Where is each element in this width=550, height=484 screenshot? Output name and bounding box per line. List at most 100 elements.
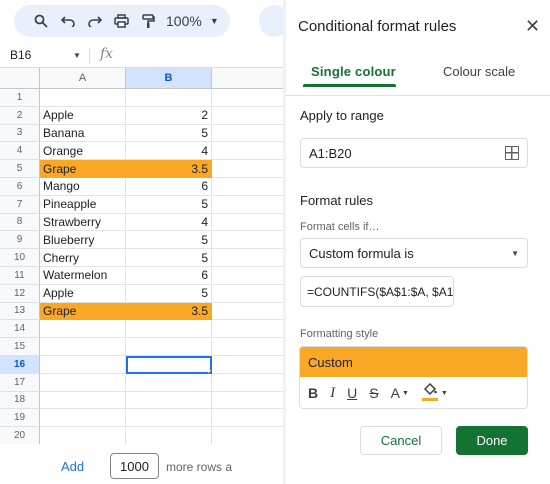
search-icon[interactable] [27, 9, 54, 33]
cell-a[interactable] [40, 391, 126, 410]
column-header-a[interactable]: A [40, 68, 126, 89]
redo-icon[interactable] [81, 9, 108, 33]
row-header[interactable]: 11 [0, 266, 40, 285]
strikethrough-button[interactable]: S [369, 385, 378, 401]
cell-a[interactable] [40, 373, 126, 392]
cell-a[interactable]: Strawberry [40, 213, 126, 232]
row-header[interactable]: 7 [0, 195, 40, 214]
tab-colour-scale[interactable]: Colour scale [443, 64, 515, 79]
cell-b[interactable]: 4 [126, 142, 212, 161]
cell-b[interactable] [126, 373, 212, 392]
active-cell[interactable] [126, 355, 212, 374]
cell-c[interactable] [212, 303, 283, 321]
cell-a[interactable]: Grape [40, 160, 126, 178]
row-header[interactable]: 9 [0, 231, 40, 250]
cell-a[interactable] [40, 427, 126, 445]
cell-b[interactable] [126, 320, 212, 339]
cell-a[interactable]: Apple [40, 106, 126, 125]
cell-b[interactable]: 5 [126, 284, 212, 303]
cell-c[interactable] [212, 409, 283, 428]
row-header[interactable]: 4 [0, 142, 40, 161]
cell-a[interactable] [40, 355, 126, 374]
cell-b[interactable]: 5 [126, 231, 212, 250]
cell-a[interactable] [40, 409, 126, 428]
text-color-button[interactable]: A ▼ [391, 385, 409, 401]
cell-c[interactable] [212, 125, 283, 143]
cell-a[interactable] [40, 320, 126, 339]
row-header[interactable]: 13 [0, 302, 40, 321]
tab-single-colour[interactable]: Single colour [311, 64, 396, 79]
add-rows-button[interactable]: Add [61, 459, 84, 474]
cell-b[interactable]: 5 [126, 249, 212, 267]
cell-c[interactable] [212, 285, 283, 303]
row-header[interactable]: 18 [0, 391, 40, 410]
row-header[interactable]: 5 [0, 160, 40, 178]
cell-c[interactable] [212, 107, 283, 125]
row-header[interactable]: 6 [0, 177, 40, 196]
zoom-select[interactable]: 100% ▼ [166, 13, 219, 29]
row-header[interactable]: 8 [0, 213, 40, 232]
cell-b[interactable]: 6 [126, 266, 212, 285]
condition-select[interactable]: Custom formula is ▼ [300, 238, 528, 268]
done-button[interactable]: Done [456, 426, 528, 455]
cell-b[interactable] [126, 427, 212, 445]
row-header[interactable]: 14 [0, 320, 40, 339]
row-header[interactable]: 15 [0, 338, 40, 356]
cell-a[interactable]: Watermelon [40, 266, 126, 285]
cell-b[interactable] [126, 409, 212, 428]
fill-handle[interactable] [208, 369, 211, 373]
close-icon[interactable]: ✕ [525, 17, 540, 35]
cell-a[interactable] [40, 338, 126, 356]
cell-b[interactable]: 2 [126, 106, 212, 125]
cell-c[interactable] [212, 427, 283, 445]
print-icon[interactable] [108, 9, 135, 33]
cell-c[interactable] [212, 89, 283, 107]
column-header-c[interactable] [212, 68, 283, 89]
cell-c[interactable] [212, 392, 283, 410]
row-header[interactable]: 12 [0, 284, 40, 303]
cell-a[interactable]: Mango [40, 177, 126, 196]
row-header[interactable]: 3 [0, 124, 40, 143]
cell-c[interactable] [212, 249, 283, 267]
cell-a[interactable]: Cherry [40, 249, 126, 267]
row-header[interactable]: 17 [0, 373, 40, 392]
cell-c[interactable] [212, 356, 283, 374]
column-header-b[interactable]: B [126, 68, 212, 89]
cell-c[interactable] [212, 231, 283, 250]
cell-c[interactable] [212, 374, 283, 392]
cell-b[interactable]: 5 [126, 124, 212, 143]
cell-a[interactable]: Orange [40, 142, 126, 161]
cell-a[interactable]: Banana [40, 124, 126, 143]
cell-b[interactable]: 3.5 [126, 160, 212, 178]
formula-input[interactable]: =COUNTIFS($A$1:$A, $A1, [300, 276, 454, 307]
cell-c[interactable] [212, 160, 283, 178]
cell-c[interactable] [212, 196, 283, 214]
cell-c[interactable] [212, 338, 283, 356]
row-header[interactable]: 10 [0, 249, 40, 267]
cell-b[interactable]: 6 [126, 177, 212, 196]
cell-b[interactable]: 4 [126, 213, 212, 232]
range-input[interactable]: A1:B20 [300, 138, 528, 168]
rows-count-input[interactable]: 1000 [110, 453, 159, 479]
italic-button[interactable]: I [330, 385, 335, 402]
cancel-button[interactable]: Cancel [360, 426, 442, 455]
style-preview[interactable]: Custom [300, 347, 527, 377]
chevron-down-icon[interactable]: ▼ [73, 51, 81, 60]
cell-b[interactable] [126, 391, 212, 410]
cell-a[interactable]: Blueberry [40, 231, 126, 250]
cell-c[interactable] [212, 320, 283, 339]
cell-a[interactable]: Pineapple [40, 195, 126, 214]
cell-b[interactable]: 3.5 [126, 302, 212, 321]
cell-c[interactable] [212, 214, 283, 232]
cell-a[interactable]: Grape [40, 302, 126, 321]
paint-format-icon[interactable] [135, 9, 162, 33]
row-header[interactable]: 20 [0, 427, 40, 445]
cell-b[interactable] [126, 89, 212, 107]
fill-color-button[interactable]: ▼ [421, 383, 448, 403]
cell-b[interactable]: 5 [126, 195, 212, 214]
cell-c[interactable] [212, 267, 283, 285]
cell-b[interactable] [126, 338, 212, 356]
bold-button[interactable]: B [308, 385, 318, 401]
cell-c[interactable] [212, 142, 283, 161]
select-range-icon[interactable] [505, 146, 519, 160]
